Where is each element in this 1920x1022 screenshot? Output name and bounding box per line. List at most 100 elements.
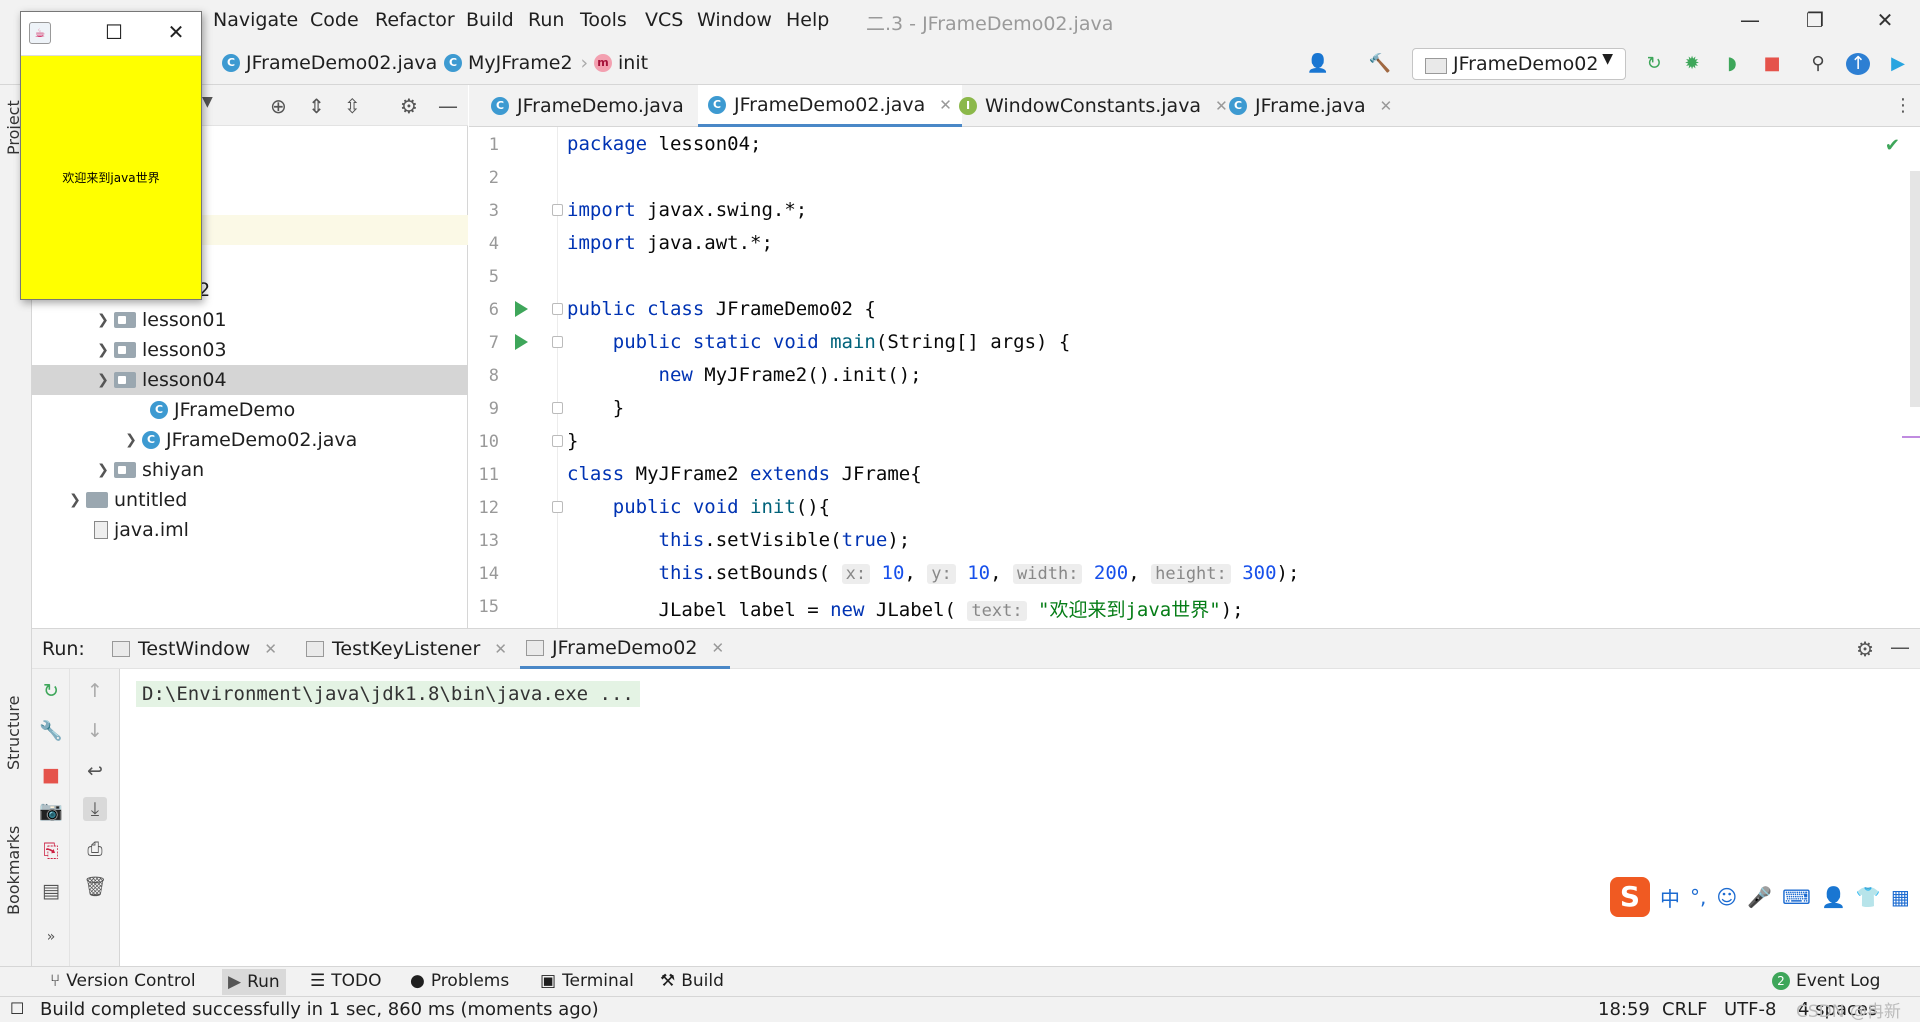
soft-wrap-icon[interactable]: ↩ — [83, 759, 107, 783]
file-encoding[interactable]: UTF-8 — [1724, 999, 1776, 1020]
chevron-down-icon[interactable]: ▼ — [202, 94, 213, 110]
run-tab-testwindow[interactable]: TestWindow ✕ — [106, 629, 283, 669]
todo-tool[interactable]: ☰ TODO — [310, 971, 382, 991]
fold-icon[interactable] — [552, 204, 563, 216]
emoji-icon[interactable]: ☺ — [1716, 885, 1737, 909]
menu-help[interactable]: Help — [786, 9, 829, 31]
run-tab-jframedemo02[interactable]: JFrameDemo02 ✕ — [520, 629, 731, 669]
fold-icon[interactable] — [552, 435, 563, 447]
toolbox-icon[interactable]: ▶ — [1886, 53, 1910, 75]
menu-build[interactable]: Build — [466, 9, 514, 31]
arrow-down-icon[interactable]: ↓ — [83, 719, 107, 743]
scroll-to-end-icon[interactable]: ⤓ — [83, 797, 107, 821]
chevron-right-icon[interactable]: ❯ — [64, 492, 86, 508]
fold-icon[interactable] — [552, 501, 563, 513]
breadcrumb-class[interactable]: C MyJFrame2 › — [444, 52, 590, 74]
hide-icon[interactable]: — — [1890, 635, 1910, 659]
tree-row-jframedemo02[interactable]: ❯ C JFrameDemo02.java — [32, 425, 468, 455]
run-configuration-select[interactable]: JFrameDemo02 ▼ — [1412, 48, 1626, 80]
tab-jframe[interactable]: C JFrame.java ✕ — [1219, 85, 1402, 127]
caret-position[interactable]: 18:59 — [1598, 999, 1650, 1020]
more-tools-icon[interactable]: » — [39, 925, 63, 949]
grid-icon[interactable]: ▦ — [1891, 885, 1910, 909]
expand-all-icon[interactable]: ⇕ — [308, 94, 325, 118]
version-control-tool[interactable]: ⑂ Version Control — [50, 971, 196, 991]
menu-tools[interactable]: Tools — [580, 9, 627, 31]
collapse-all-icon[interactable]: ⇳ — [344, 94, 361, 118]
chevron-down-icon[interactable]: ❯ — [92, 372, 114, 388]
fold-icon[interactable] — [552, 336, 563, 348]
close-icon[interactable]: ✕ — [1870, 8, 1900, 34]
structure-tool-tab[interactable]: Structure — [4, 696, 23, 770]
wrench-icon[interactable]: 🔧 — [39, 719, 63, 743]
editor-scrollbar[interactable] — [1910, 171, 1920, 407]
arrow-up-icon[interactable]: ↑ — [83, 679, 107, 703]
code-editor[interactable]: 1 2 3 4 5 6 7 8 9 10 11 12 13 14 15 pack… — [469, 127, 1920, 628]
fold-icon[interactable] — [552, 402, 563, 414]
tree-row-untitled[interactable]: ❯ untitled — [32, 485, 468, 515]
layout-icon[interactable]: ▤ — [39, 879, 63, 903]
print-icon[interactable]: ⎙ — [83, 837, 107, 861]
login-icon[interactable]: ⎘ — [39, 839, 63, 863]
microphone-icon[interactable]: 🎤 — [1747, 885, 1772, 909]
maximize-icon[interactable]: ☐ — [101, 20, 127, 46]
rerun-icon[interactable]: ↻ — [1642, 53, 1666, 75]
breadcrumb-file[interactable]: C JFrameDemo02.java › — [222, 52, 455, 74]
chevron-right-icon[interactable]: ❯ — [92, 462, 114, 478]
rerun-icon[interactable]: ↻ — [39, 679, 63, 703]
event-log-tool[interactable]: 2 Event Log — [1772, 971, 1880, 991]
close-tab-icon[interactable]: ✕ — [711, 639, 724, 657]
menu-code[interactable]: Code — [310, 9, 359, 31]
chevron-right-icon[interactable]: ❯ — [120, 432, 142, 448]
trash-icon[interactable]: 🗑 — [83, 875, 107, 899]
hide-icon[interactable]: — — [438, 94, 458, 118]
sogou-logo-icon[interactable]: S — [1610, 877, 1650, 917]
close-icon[interactable]: ✕ — [163, 20, 189, 46]
run-gutter-icon[interactable] — [515, 334, 528, 350]
status-message[interactable]: Build completed successfully in 1 sec, 8… — [40, 999, 599, 1020]
stop-icon[interactable]: ■ — [1760, 53, 1784, 75]
ime-language-toggle[interactable]: 中 — [1660, 883, 1680, 912]
jframe-title-bar[interactable]: ☕ ☐ ✕ — [21, 12, 201, 56]
jframe-window[interactable]: ☕ ☐ ✕ 欢迎来到java世界 — [20, 11, 202, 300]
tree-row-lesson03[interactable]: ❯ lesson03 — [32, 335, 468, 365]
chevron-right-icon[interactable]: ❯ — [92, 312, 114, 328]
punctuation-icon[interactable]: °, — [1690, 885, 1706, 909]
problems-tool[interactable]: ● Problems — [410, 971, 509, 991]
tree-row-lesson01[interactable]: ❯ lesson01 — [32, 305, 468, 335]
chevron-right-icon[interactable]: ❯ — [92, 342, 114, 358]
run-tab-testkeylistener[interactable]: TestKeyListener ✕ — [300, 629, 513, 669]
debug-icon[interactable]: ✹ — [1680, 53, 1704, 75]
locate-icon[interactable]: ⊕ — [270, 94, 287, 118]
tree-row-java-iml[interactable]: java.iml — [32, 515, 468, 545]
tree-row-jframedemo[interactable]: C JFrameDemo — [32, 395, 468, 425]
tab-windowconstants[interactable]: I WindowConstants.java ✕ — [949, 85, 1238, 127]
error-stripe-mark[interactable] — [1902, 436, 1920, 438]
run-tool[interactable]: ▶ Run — [222, 969, 286, 995]
minimize-icon[interactable]: — — [1735, 8, 1765, 34]
skin-icon[interactable]: 👕 — [1856, 885, 1881, 909]
run-gutter-icon[interactable] — [515, 301, 528, 317]
more-icon[interactable]: ⋮ — [1894, 95, 1912, 116]
tree-row-shiyan[interactable]: ❯ shiyan — [32, 455, 468, 485]
menu-run[interactable]: Run — [528, 9, 564, 31]
line-separator[interactable]: CRLF — [1662, 999, 1707, 1020]
search-icon[interactable]: ⚲ — [1806, 53, 1830, 75]
inspection-ok-icon[interactable]: ✔ — [1885, 135, 1900, 156]
restore-icon[interactable]: ❐ — [1800, 8, 1830, 34]
bookmarks-tool-tab[interactable]: Bookmarks — [4, 826, 23, 915]
stop-icon[interactable]: ■ — [39, 763, 63, 787]
gear-icon[interactable]: ⚙ — [400, 94, 418, 118]
tab-jframedemo[interactable]: C JFrameDemo.java — [481, 85, 694, 127]
close-tab-icon[interactable]: ✕ — [494, 640, 507, 658]
status-toggle-icon[interactable]: ☐ — [10, 999, 24, 1018]
build-tool[interactable]: ⚒ Build — [660, 971, 724, 991]
terminal-tool[interactable]: ▣ Terminal — [540, 971, 634, 991]
menu-refactor[interactable]: Refactor — [375, 9, 455, 31]
menu-window[interactable]: Window — [697, 9, 772, 31]
tab-jframedemo02[interactable]: C JFrameDemo02.java ✕ — [698, 85, 962, 127]
user-icon[interactable]: 👤 — [1821, 885, 1846, 909]
console-output-line[interactable]: D:\Environment\java\jdk1.8\bin\java.exe … — [136, 681, 640, 707]
menu-navigate[interactable]: Navigate — [213, 9, 298, 31]
camera-icon[interactable]: 📷 — [39, 799, 63, 823]
